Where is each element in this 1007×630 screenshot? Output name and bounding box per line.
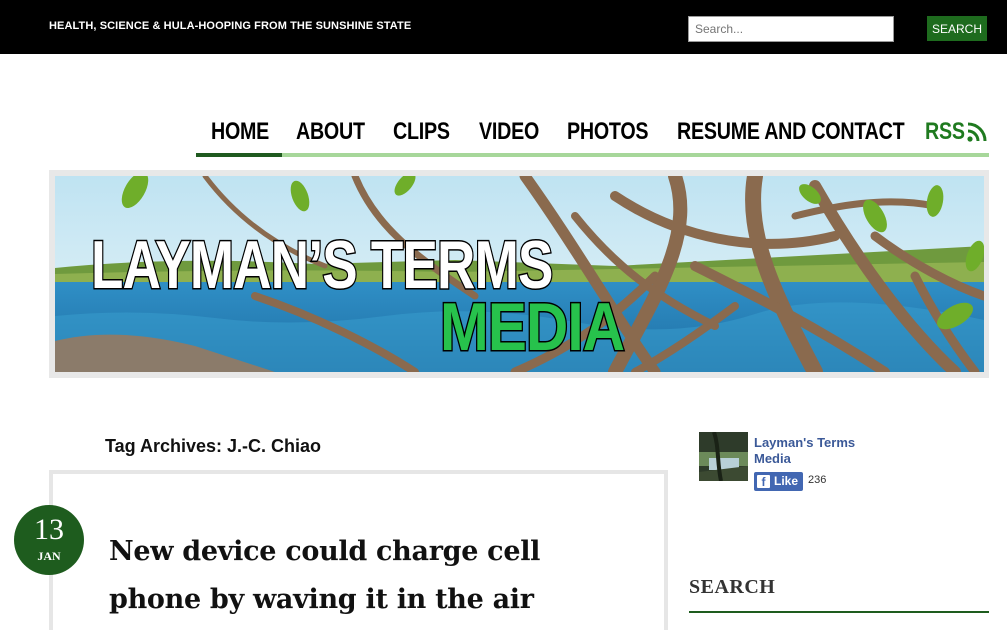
facebook-like-button[interactable]: f Like	[754, 472, 803, 491]
nav-item-photos[interactable]: PHOTOS	[567, 118, 649, 146]
nav-item-video[interactable]: VIDEO	[479, 118, 539, 146]
sidebar-search-heading: SEARCH	[689, 576, 776, 598]
site-tagline: HEALTH, SCIENCE & HULA-HOOPING FROM THE …	[49, 20, 412, 32]
nav-item-about[interactable]: ABOUT	[296, 118, 365, 146]
facebook-page-name-link[interactable]: Layman's Terms Media	[754, 435, 894, 467]
nav-item-home[interactable]: HOME	[211, 118, 269, 146]
facebook-like-count: 236	[808, 474, 827, 486]
post-title[interactable]: New device could charge cell phone by wa…	[109, 528, 629, 624]
facebook-page-thumbnail[interactable]	[699, 432, 748, 481]
nav-item-clips[interactable]: CLIPS	[393, 118, 450, 146]
post-date-month: JAN	[37, 549, 61, 563]
top-bar: HEALTH, SCIENCE & HULA-HOOPING FROM THE …	[0, 0, 1007, 54]
post-date-day: 13	[34, 513, 64, 546]
search-button[interactable]: SEARCH	[927, 16, 987, 41]
main-nav: HOME ABOUT CLIPS VIDEO PHOTOS RESUME AND…	[196, 112, 989, 158]
rss-icon[interactable]	[966, 121, 988, 143]
facebook-f-icon: f	[757, 475, 770, 489]
facebook-page-avatar-icon	[699, 432, 748, 481]
search-input[interactable]	[688, 16, 894, 42]
banner-title-media: MEDIA	[439, 288, 627, 367]
nav-item-rss[interactable]: RSS	[925, 118, 965, 146]
sidebar-heading-rule	[689, 611, 989, 613]
archive-title: Tag Archives: J.-C. Chiao	[105, 436, 322, 456]
header-banner[interactable]: LAYMAN’S TERMS MEDIA	[55, 176, 984, 372]
facebook-like-label: Like	[774, 474, 799, 488]
post-date-badge: 13 JAN	[14, 505, 84, 575]
nav-item-resume-contact[interactable]: RESUME AND CONTACT	[677, 118, 905, 146]
